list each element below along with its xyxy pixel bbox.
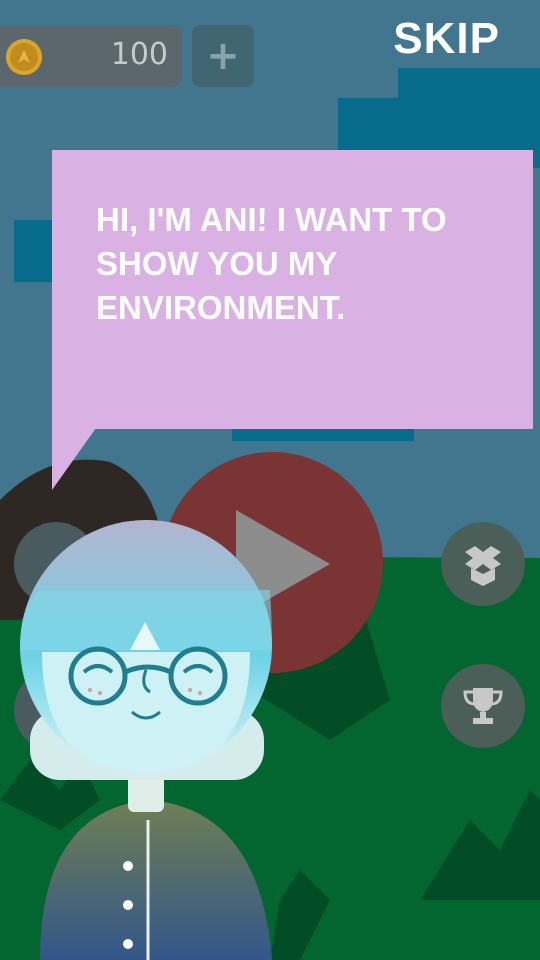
trophy-button[interactable]: [441, 664, 525, 748]
skip-button[interactable]: SKIP: [393, 14, 500, 64]
plus-icon: +: [206, 33, 240, 79]
speech-bubble: HI, I'M ANI! I WANT TO SHOW YOU MY ENVIR…: [52, 150, 533, 429]
dialog-text: HI, I'M ANI! I WANT TO SHOW YOU MY ENVIR…: [96, 201, 447, 326]
coin-count: 100: [110, 37, 168, 72]
add-coins-button[interactable]: +: [192, 25, 254, 87]
trophy-icon: [463, 688, 503, 724]
coin-icon: [6, 39, 42, 75]
ani-character: [20, 520, 272, 960]
box-button[interactable]: [441, 522, 525, 606]
dropbox-icon: [465, 546, 501, 586]
speech-bubble-tail: [52, 428, 96, 490]
coin-counter: 100: [0, 25, 182, 87]
